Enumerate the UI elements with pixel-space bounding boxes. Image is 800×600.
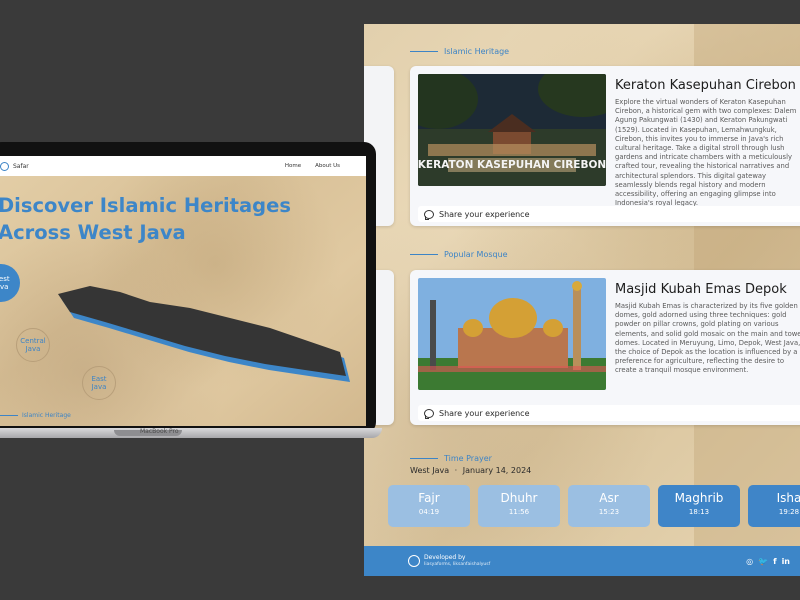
nav-about-link[interactable]: About Us: [315, 163, 340, 169]
hero-title: Discover Islamic Heritages Across West J…: [0, 194, 291, 244]
section-label-heritage: Islamic Heritage: [410, 47, 509, 56]
facebook-icon[interactable]: f: [773, 557, 776, 566]
region-east-java[interactable]: East Java: [82, 366, 116, 400]
share-experience-button[interactable]: Share your experience: [418, 206, 800, 222]
mosque-card-title: Masjid Kubah Emas Depok: [615, 282, 787, 297]
laptop-screen: Safar Home About Us Discover Islamic Her…: [0, 156, 366, 426]
prayer-tile-asr[interactable]: Asr 15:23: [568, 485, 650, 527]
prayer-tile-isha[interactable]: Isha 19:28: [748, 485, 800, 527]
section-label-mosque: Popular Mosque: [410, 250, 508, 259]
section-label-prayer: Time Prayer: [410, 454, 492, 463]
social-links: ◎ 🐦 f in: [746, 557, 790, 566]
heritage-card-title: Keraton Kasepuhan Cirebon: [615, 78, 796, 93]
mosque-card-description: Masjid Kubah Emas is characterized by it…: [615, 302, 800, 375]
prayer-location-date: West Java · January 14, 2024: [410, 466, 532, 475]
heritage-card[interactable]: KERATON KASEPUHAN CIREBON Keraton Kasepu…: [410, 66, 800, 226]
linkedin-icon[interactable]: in: [782, 557, 790, 566]
laptop-model-label: MacBook Pro: [140, 428, 179, 435]
nav-home-link[interactable]: Home: [285, 163, 301, 169]
prayer-tile-maghrib[interactable]: Maghrib 18:13: [658, 485, 740, 527]
site-footer: Developed by Iiasyaforms, Iiksanfaishaly…: [364, 546, 800, 576]
mosque-card[interactable]: Masjid Kubah Emas Depok Masjid Kubah Ema…: [410, 270, 800, 425]
chat-bubble-icon: [424, 408, 434, 419]
twitter-icon[interactable]: 🐦: [758, 557, 768, 566]
region-west-java[interactable]: West Java: [0, 264, 20, 302]
prayer-tile-fajr[interactable]: Fajr 04:19: [388, 485, 470, 527]
chat-bubble-icon: [424, 209, 434, 220]
brand-name: Safar: [13, 162, 29, 170]
screen-section-label: Islamic Heritage: [0, 412, 71, 419]
svg-text:KERATON KASEPUHAN CIREBON: KERATON KASEPUHAN CIREBON: [418, 159, 606, 171]
prayer-tile-dhuhr[interactable]: Dhuhr 11:56: [478, 485, 560, 527]
heritage-card-description: Explore the virtual wonders of Keraton K…: [615, 98, 797, 208]
site-navbar: Safar Home About Us: [0, 156, 366, 176]
share-experience-button[interactable]: Share your experience: [418, 405, 800, 421]
footer-logo-icon: [408, 555, 420, 567]
instagram-icon[interactable]: ◎: [746, 557, 753, 566]
laptop-base: [0, 428, 382, 438]
website-page: Islamic Heritage on KERATON KASEPUHAN CI…: [364, 24, 800, 576]
keraton-photo: KERATON KASEPUHAN CIREBON: [418, 74, 606, 186]
safar-logo-icon: [0, 161, 9, 171]
region-central-java[interactable]: Central Java: [16, 328, 50, 362]
mosque-photo: [418, 278, 606, 390]
footer-credits: Developed by Iiasyaforms, Iiksanfaishaly…: [424, 554, 491, 567]
